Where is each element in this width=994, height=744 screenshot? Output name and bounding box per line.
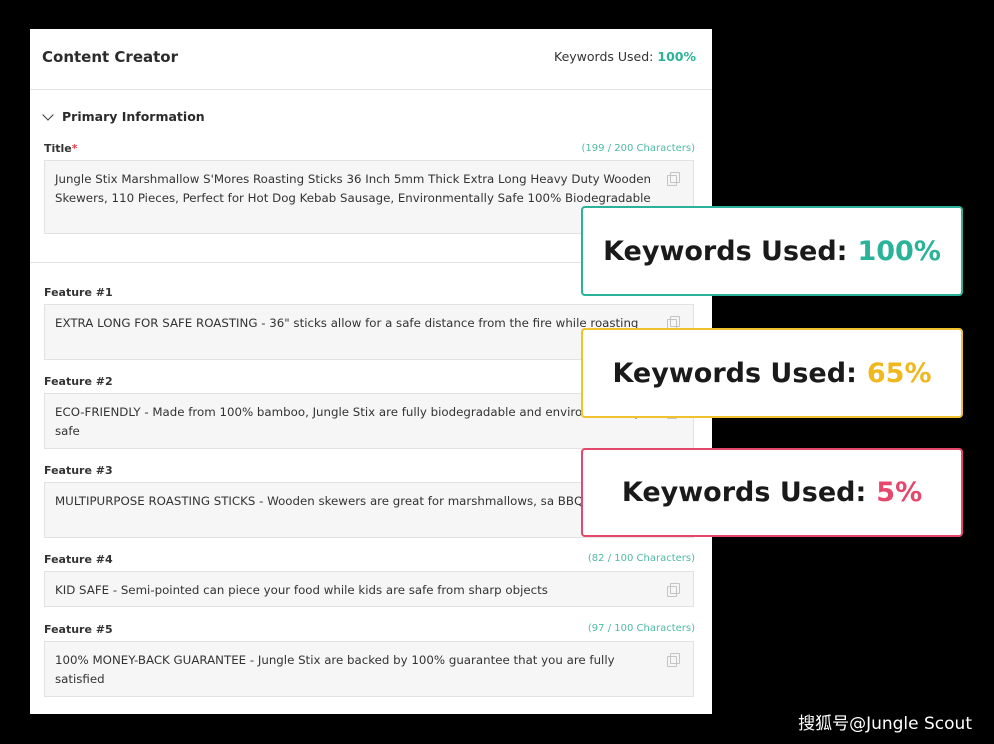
section-label: Primary Information xyxy=(62,109,205,124)
keywords-card-5: Keywords Used: 5% xyxy=(581,448,963,537)
keywords-card-value: 65% xyxy=(866,357,932,389)
feature-4-char-count: (82 / 100 Characters) xyxy=(587,553,695,564)
keywords-card-value: 100% xyxy=(857,235,941,267)
feature-2-label: Feature #2 xyxy=(44,375,113,388)
feature-4-value: KID SAFE - Semi-pointed can piece your f… xyxy=(55,583,548,597)
feature-1-value: EXTRA LONG FOR SAFE ROASTING - 36" stick… xyxy=(55,316,639,330)
keywords-used-summary: Keywords Used: 100% xyxy=(554,49,696,64)
keywords-card-100: Keywords Used: 100% xyxy=(581,206,963,296)
title-label: Title* xyxy=(44,142,78,155)
feature-3-label: Feature #3 xyxy=(44,464,113,477)
keywords-card-label: Keywords Used: xyxy=(612,357,857,389)
keywords-card-label: Keywords Used: xyxy=(621,477,867,508)
section-toggle-primary-information[interactable]: Primary Information xyxy=(42,108,205,124)
keywords-used-label: Keywords Used: xyxy=(554,49,654,64)
keywords-card-label: Keywords Used: xyxy=(603,235,848,267)
keywords-card-value: 5% xyxy=(876,477,923,508)
title-char-count: (199 / 200 Characters) xyxy=(581,143,695,154)
panel-header: Content Creator Keywords Used: 100% xyxy=(30,29,712,90)
feature-5-char-count: (97 / 100 Characters) xyxy=(587,623,695,634)
feature-4-label: Feature #4 xyxy=(44,553,113,566)
copy-icon[interactable] xyxy=(667,172,680,186)
feature-1-label: Feature #1 xyxy=(44,286,113,299)
copy-icon[interactable] xyxy=(667,583,680,597)
title-field-value: Jungle Stix Marshmallow S'Mores Roasting… xyxy=(55,172,651,205)
chevron-down-icon xyxy=(42,108,54,121)
feature-4-field[interactable]: KID SAFE - Semi-pointed can piece your f… xyxy=(44,571,694,607)
panel-title: Content Creator xyxy=(42,48,178,66)
copy-icon[interactable] xyxy=(667,653,680,667)
keywords-used-value: 100% xyxy=(657,49,696,64)
title-label-text: Title xyxy=(44,142,72,155)
feature-5-label: Feature #5 xyxy=(44,623,113,636)
required-mark: * xyxy=(71,142,78,155)
feature-3-value: MULTIPURPOSE ROASTING STICKS - Wooden sk… xyxy=(55,494,643,508)
feature-5-value: 100% MONEY-BACK GUARANTEE - Jungle Stix … xyxy=(55,653,615,686)
feature-2-value: ECO-FRIENDLY - Made from 100% bamboo, Ju… xyxy=(55,405,642,438)
watermark: 搜狐号@Jungle Scout xyxy=(798,714,972,734)
keywords-card-65: Keywords Used: 65% xyxy=(581,328,963,418)
feature-5-field[interactable]: 100% MONEY-BACK GUARANTEE - Jungle Stix … xyxy=(44,641,694,697)
